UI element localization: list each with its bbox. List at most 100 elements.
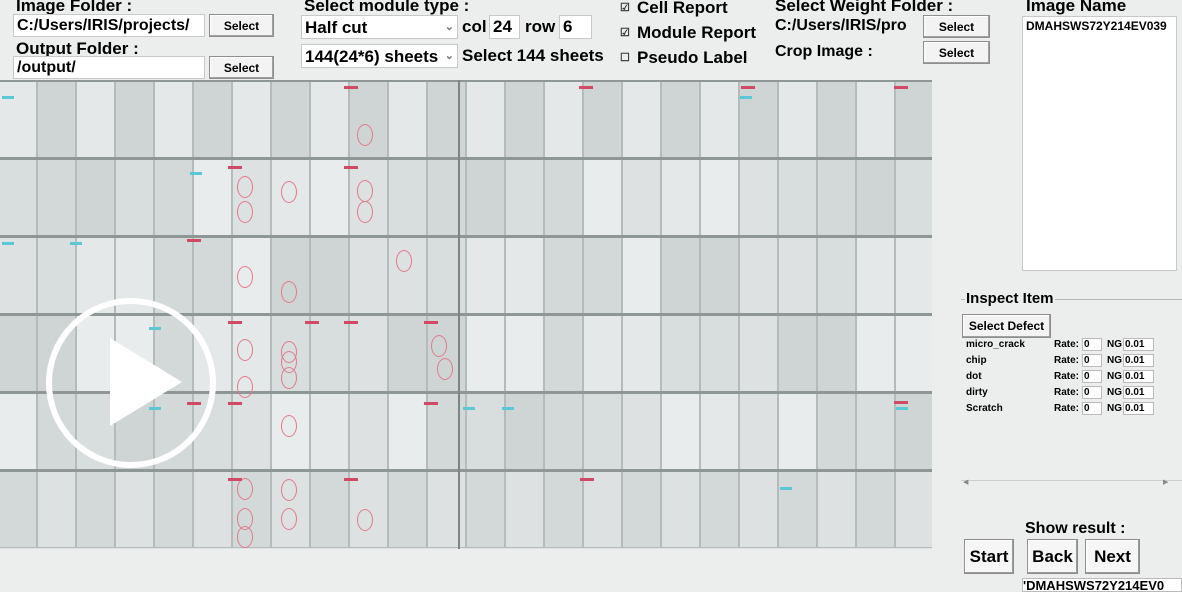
- rate-label: Rate:: [1054, 387, 1080, 398]
- module-cell: [427, 236, 466, 314]
- output-folder-select-button[interactable]: Select: [209, 56, 274, 79]
- horizontal-scrollbar[interactable]: ◀ ▶: [961, 478, 1182, 489]
- defect-marker: [344, 321, 358, 324]
- defect-marker: [894, 401, 908, 404]
- row-input[interactable]: 6: [559, 15, 592, 39]
- module-center-line: [458, 80, 460, 549]
- col-input[interactable]: 24: [489, 15, 520, 39]
- image-name-list[interactable]: DMAHSWS72Y214EV039: [1022, 16, 1177, 271]
- rate-input[interactable]: 0: [1082, 370, 1102, 383]
- module-cell: [856, 314, 895, 392]
- module-cell: [544, 236, 583, 314]
- defect-marker: [579, 86, 593, 89]
- cell-report-checkbox[interactable]: ☑ Cell Report: [620, 0, 728, 18]
- defect-marker: [228, 321, 242, 324]
- rate-input[interactable]: 0: [1082, 386, 1102, 399]
- module-cell: [817, 470, 856, 548]
- module-cell: [661, 314, 700, 392]
- defect-marker: [344, 166, 358, 169]
- ng-input[interactable]: 0.01: [1123, 402, 1154, 415]
- defect-marker: [580, 478, 594, 481]
- defect-name: dirty: [966, 387, 988, 398]
- crop-image-select-button[interactable]: Select: [923, 41, 990, 64]
- checkbox-checked-icon: ☑: [620, 2, 630, 14]
- pseudo-label-label: Pseudo Label: [637, 48, 748, 67]
- ng-input[interactable]: 0.01: [1123, 338, 1154, 351]
- module-cell: [817, 80, 856, 158]
- rate-input[interactable]: 0: [1082, 338, 1102, 351]
- module-cell: [0, 158, 37, 236]
- defect-marker: [187, 239, 201, 242]
- module-type-select[interactable]: Half cut ⌄: [301, 15, 458, 39]
- defect-circle: [357, 509, 373, 531]
- col-label: col: [462, 17, 487, 36]
- sheets-select[interactable]: 144(24*6) sheets ⌄: [301, 44, 458, 68]
- module-cell: [0, 80, 37, 158]
- defect-name: dot: [966, 371, 982, 382]
- defect-circle: [281, 181, 297, 203]
- start-button[interactable]: Start: [964, 539, 1014, 574]
- module-cell: [661, 236, 700, 314]
- module-cell: [193, 80, 232, 158]
- module-cell: [466, 470, 505, 548]
- module-report-checkbox[interactable]: ☑ Module Report: [620, 23, 756, 43]
- ng-input[interactable]: 0.01: [1123, 354, 1154, 367]
- defect-circle: [237, 266, 253, 288]
- module-cell: [778, 392, 817, 470]
- module-cell: [349, 470, 388, 548]
- rate-input[interactable]: 0: [1082, 354, 1102, 367]
- module-cell: [895, 158, 932, 236]
- module-cell: [778, 236, 817, 314]
- next-button[interactable]: Next: [1085, 539, 1140, 574]
- module-cell: [193, 158, 232, 236]
- module-cell: [622, 470, 661, 548]
- module-cell: [895, 470, 932, 548]
- inspect-item-group: Inspect Item Select Defect micro_crack Ra…: [961, 290, 1182, 489]
- defect-marker: [344, 86, 358, 89]
- weight-folder-input[interactable]: C:/Users/IRIS/pro: [775, 17, 907, 35]
- string-divider: [0, 80, 932, 82]
- module-cell: [310, 470, 349, 548]
- module-cell: [310, 236, 349, 314]
- ng-input[interactable]: 0.01: [1123, 386, 1154, 399]
- module-cell: [856, 80, 895, 158]
- module-cell: [544, 470, 583, 548]
- play-icon[interactable]: [46, 298, 216, 468]
- list-item[interactable]: DMAHSWS72Y214EV039: [1023, 17, 1176, 35]
- module-cell: [232, 158, 271, 236]
- module-cell: [505, 314, 544, 392]
- module-cell: [388, 392, 427, 470]
- annotation-marker: [2, 242, 14, 245]
- image-folder-input[interactable]: C:/Users/IRIS/projects/: [13, 14, 205, 37]
- module-cell: [544, 314, 583, 392]
- rate-label: Rate:: [1054, 403, 1080, 414]
- result-name-field[interactable]: 'DMAHSWS72Y214EV0: [1022, 578, 1182, 592]
- select-defect-button[interactable]: Select Defect: [962, 314, 1051, 338]
- module-cell: [583, 236, 622, 314]
- module-cell: [37, 236, 76, 314]
- scroll-right-icon[interactable]: ▶: [1163, 478, 1168, 486]
- rate-input[interactable]: 0: [1082, 402, 1102, 415]
- module-cell: [700, 158, 739, 236]
- module-cell: [583, 80, 622, 158]
- ng-input[interactable]: 0.01: [1123, 370, 1154, 383]
- chevron-down-icon: ⌄: [444, 50, 454, 62]
- pseudo-label-checkbox[interactable]: ☐ Pseudo Label: [620, 48, 748, 68]
- defect-marker: [228, 478, 242, 481]
- module-cell: [895, 236, 932, 314]
- back-button[interactable]: Back: [1027, 539, 1078, 574]
- module-cell: [739, 314, 778, 392]
- module-cell: [232, 80, 271, 158]
- module-cell: [505, 158, 544, 236]
- defect-marker: [228, 166, 242, 169]
- scroll-left-icon[interactable]: ◀: [963, 478, 968, 486]
- module-cell: [778, 470, 817, 548]
- output-folder-input[interactable]: /output/: [13, 56, 205, 79]
- module-cell: [817, 158, 856, 236]
- image-folder-select-button[interactable]: Select: [209, 14, 274, 37]
- module-cell: [700, 392, 739, 470]
- weight-folder-select-button[interactable]: Select: [923, 15, 990, 38]
- module-cell: [544, 80, 583, 158]
- module-cell: [349, 392, 388, 470]
- module-cell: [700, 80, 739, 158]
